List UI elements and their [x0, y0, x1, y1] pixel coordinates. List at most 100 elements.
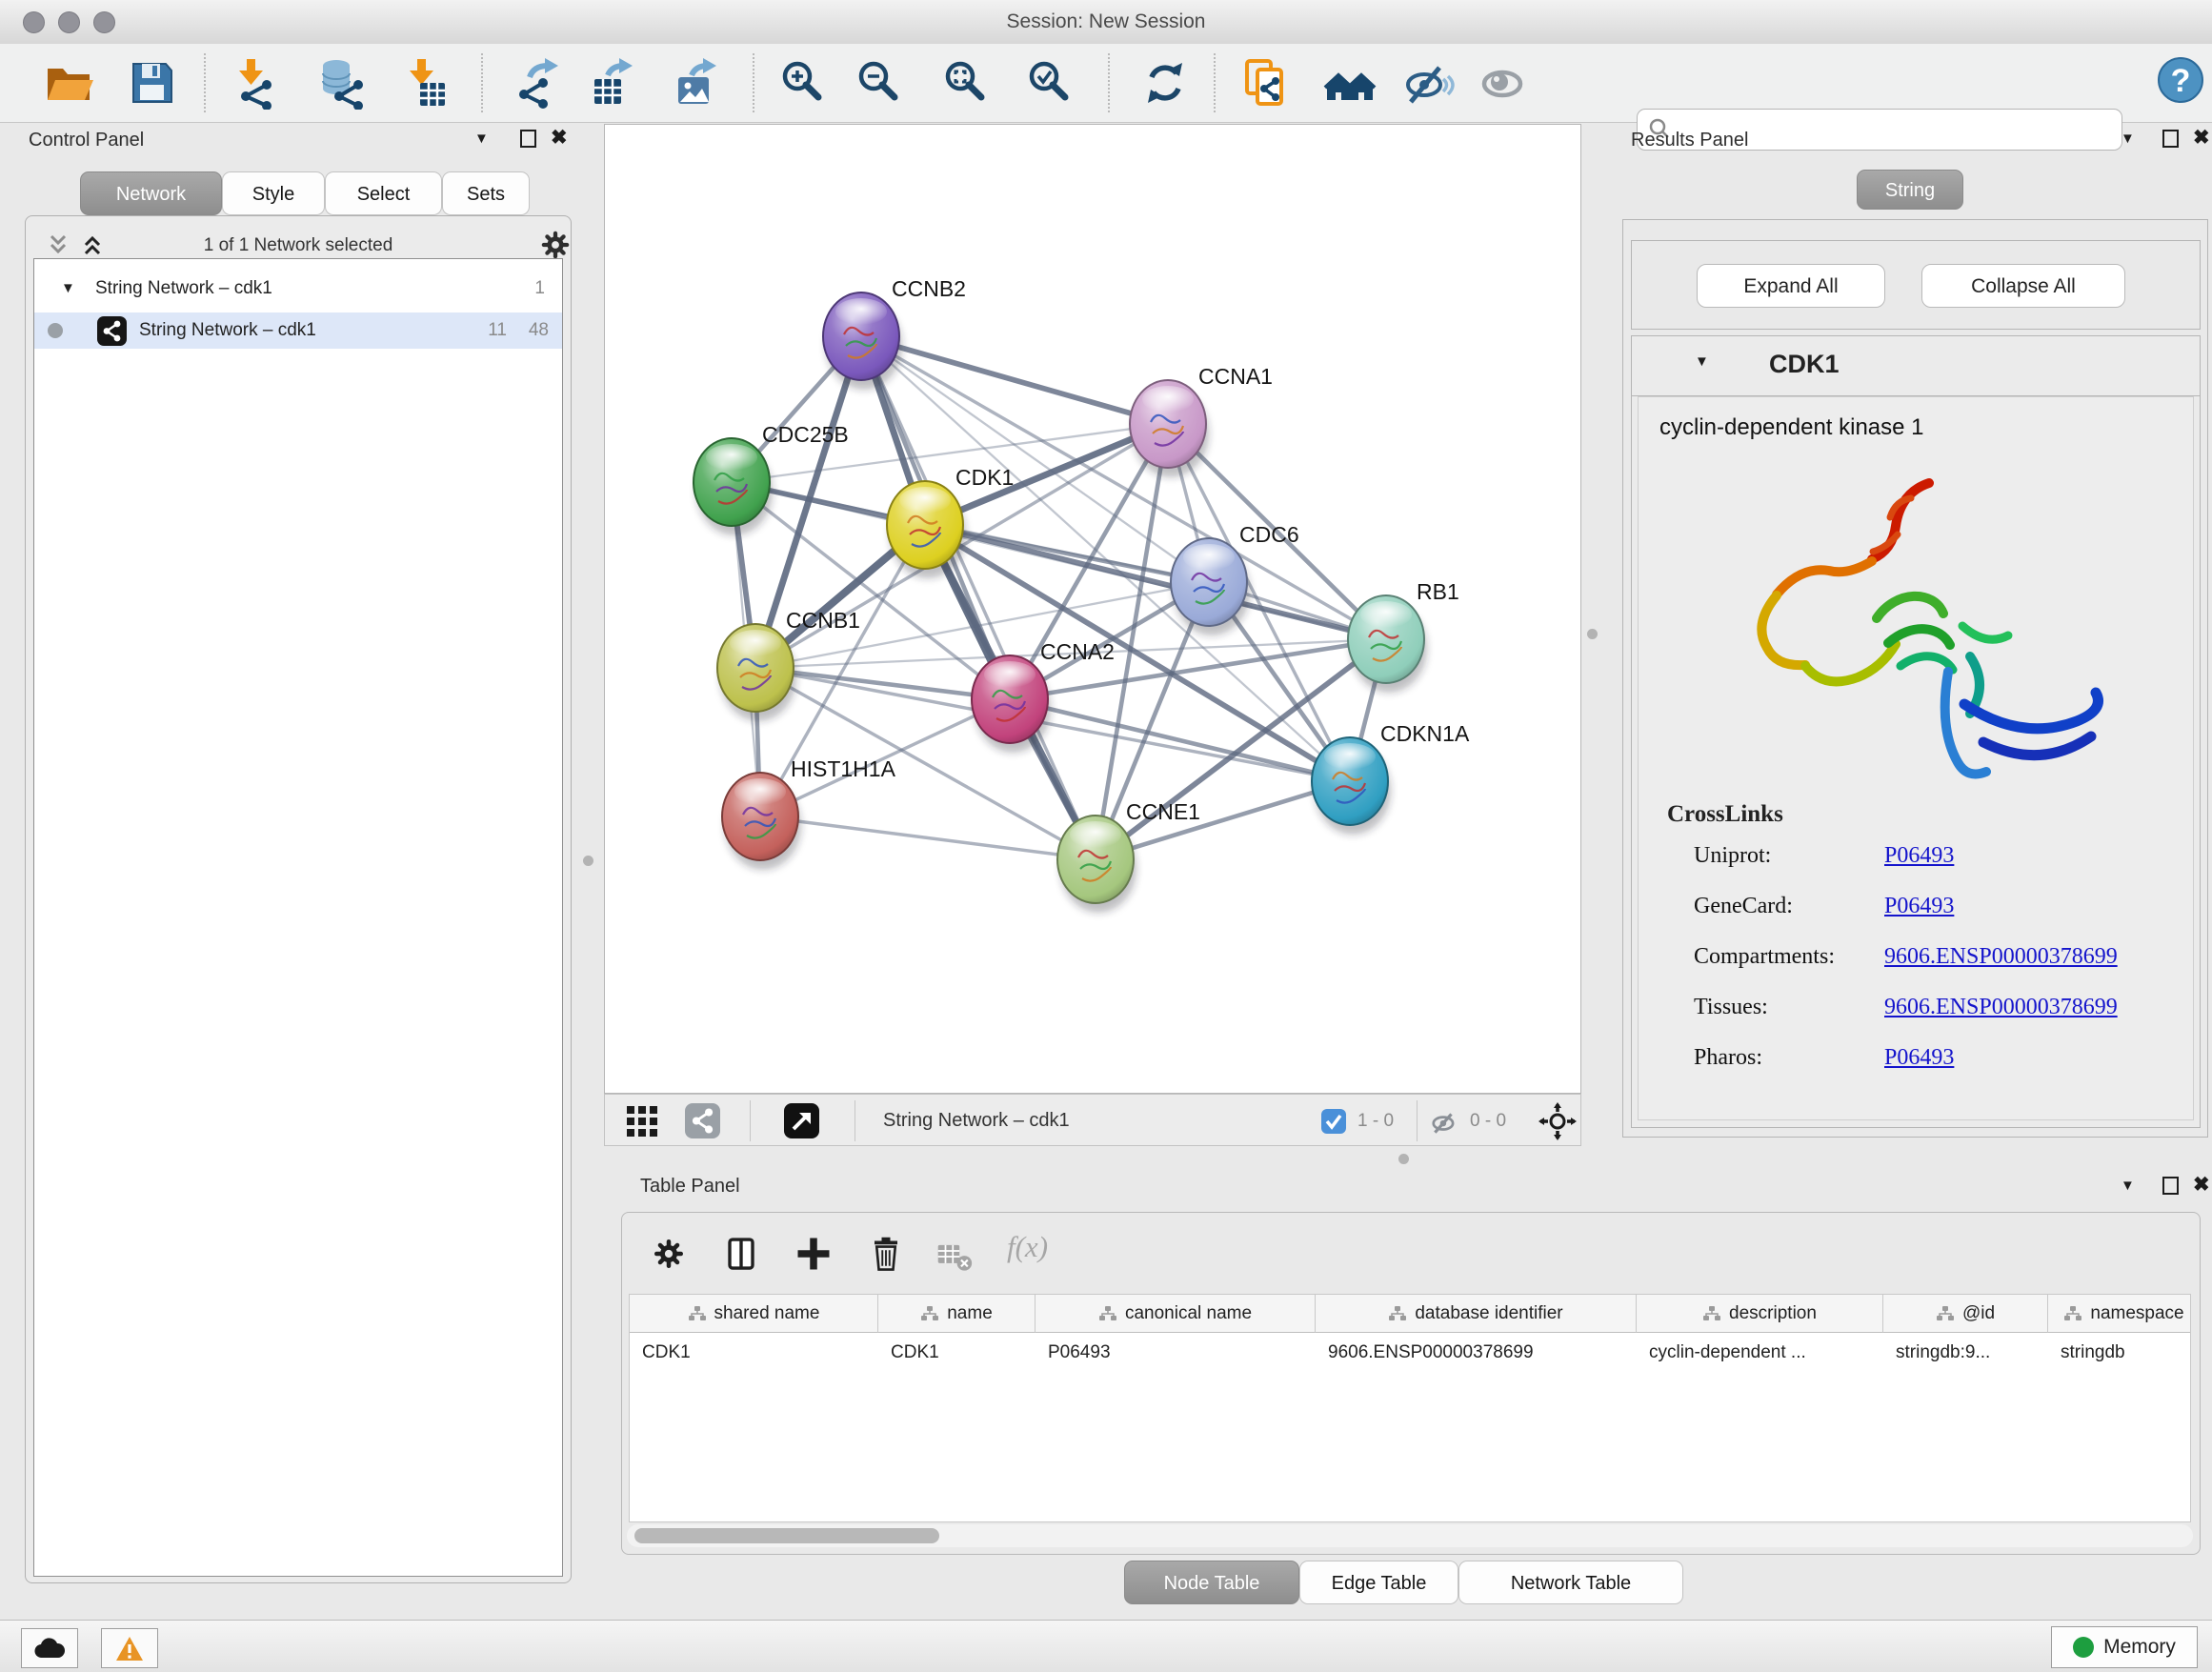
gene-collapse-triangle-icon[interactable]: ▼ [1695, 353, 1709, 370]
string-home-icon[interactable] [1323, 56, 1377, 110]
column-header-shared-name[interactable]: shared name [630, 1295, 878, 1333]
node-label-CCNB2: CCNB2 [892, 276, 966, 301]
delete-table-icon-disabled[interactable] [936, 1241, 973, 1277]
crosslink-link[interactable]: 9606.ENSP00000378699 [1884, 944, 2118, 969]
import-table-from-file-icon[interactable] [395, 56, 449, 110]
table-scrollbar-thumb[interactable] [634, 1528, 939, 1543]
cloud-button[interactable] [21, 1628, 78, 1668]
results-panel-close-icon[interactable]: ✖ [2193, 126, 2210, 150]
table-cell[interactable]: 9606.ENSP00000378699 [1316, 1333, 1637, 1373]
help-icon[interactable]: ? [2154, 53, 2207, 107]
crosslink-link[interactable]: P06493 [1884, 894, 1954, 918]
column-header-database-identifier[interactable]: database identifier [1316, 1295, 1637, 1333]
table-cell[interactable]: stringdb [2048, 1333, 2191, 1373]
selected-nodes-checkbox-icon[interactable] [1321, 1109, 1346, 1134]
table-cell[interactable]: stringdb:9... [1883, 1333, 2048, 1373]
control-panel-close-icon[interactable]: ✖ [551, 126, 568, 150]
zoom-selected-icon[interactable] [1022, 56, 1076, 110]
show-columns-icon[interactable] [721, 1234, 761, 1279]
node-CCNB1[interactable] [717, 624, 796, 721]
results-panel-float-icon[interactable] [2162, 130, 2179, 148]
node-CCNE1[interactable] [1057, 816, 1136, 913]
column-header-canonical-name[interactable]: canonical name [1036, 1295, 1316, 1333]
crosslink-link[interactable]: P06493 [1884, 843, 1954, 868]
results-panel-menu-icon[interactable]: ▼ [2121, 131, 2135, 147]
hide-selected-eye-slash-icon[interactable] [1401, 56, 1455, 110]
export-image-icon[interactable] [671, 56, 724, 110]
edge-CCNB2-CCNA1[interactable] [861, 336, 1168, 424]
tab-sets[interactable]: Sets [442, 171, 530, 215]
memory-button[interactable]: Memory [2051, 1626, 2198, 1668]
tab-select[interactable]: Select [325, 171, 442, 215]
tab-network-table[interactable]: Network Table [1458, 1561, 1683, 1604]
table-panel-close-icon[interactable]: ✖ [2193, 1173, 2210, 1197]
network-canvas[interactable]: CCNB2CCNA1CDC25BCDK1CDC6RB1CCNB1CCNA2CDK… [604, 124, 1581, 1094]
table-cell[interactable]: P06493 [1036, 1333, 1316, 1373]
warning-button[interactable] [101, 1628, 158, 1668]
add-column-plus-icon[interactable] [794, 1234, 834, 1279]
node-HIST1H1A[interactable] [722, 773, 801, 870]
table-panel-menu-icon[interactable]: ▼ [2121, 1178, 2135, 1194]
table-cell[interactable]: CDK1 [630, 1333, 878, 1373]
tab-edge-table[interactable]: Edge Table [1299, 1561, 1458, 1604]
tab-style[interactable]: Style [222, 171, 325, 215]
bottom-splitter-handle[interactable] [1398, 1154, 1409, 1164]
tab-node-table[interactable]: Node Table [1124, 1561, 1299, 1604]
grid-view-icon[interactable] [626, 1105, 658, 1142]
gene-section-header[interactable]: ▼ CDK1 [1632, 336, 2200, 396]
control-panel-float-icon[interactable] [520, 130, 536, 148]
collapse-all-button[interactable]: Collapse All [1921, 264, 2125, 308]
node-CCNA2[interactable] [972, 655, 1051, 753]
control-panel-menu-icon[interactable]: ▼ [474, 131, 489, 147]
right-splitter-handle[interactable] [1587, 629, 1598, 639]
zoom-in-icon[interactable] [775, 56, 829, 110]
collection-expand-triangle-icon[interactable]: ▼ [61, 271, 75, 307]
node-CCNB2[interactable] [823, 292, 902, 390]
node-RB1[interactable] [1348, 595, 1427, 693]
clone-network-icon[interactable] [1239, 56, 1293, 110]
pan-crosshair-icon[interactable] [1538, 1102, 1577, 1145]
import-network-from-database-icon[interactable] [313, 56, 367, 110]
show-all-eye-icon[interactable] [1477, 56, 1530, 110]
export-network-to-file-icon[interactable] [511, 56, 564, 110]
table-panel-float-icon[interactable] [2162, 1177, 2179, 1195]
node-CDC6[interactable] [1171, 538, 1250, 635]
function-builder-icon-disabled[interactable]: f(x) [1007, 1230, 1048, 1264]
table-horizontal-scrollbar[interactable] [627, 1524, 2193, 1547]
crosslink-link[interactable]: 9606.ENSP00000378699 [1884, 995, 2118, 1019]
node-CDK1[interactable] [887, 481, 966, 578]
network-row[interactable]: String Network – cdk1 11 48 [34, 312, 562, 349]
node-CCNA1[interactable] [1130, 380, 1209, 477]
column-header-namespace[interactable]: namespace [2048, 1295, 2191, 1333]
zoom-fit-content-icon[interactable] [938, 56, 992, 110]
network-collection-row[interactable]: ▼ String Network – cdk1 1 [34, 271, 562, 307]
node-CDC25B[interactable] [694, 438, 773, 535]
table-cell[interactable]: cyclin-dependent ... [1637, 1333, 1883, 1373]
table-settings-gear-icon[interactable] [649, 1234, 689, 1279]
crosslink-link[interactable]: P06493 [1884, 1045, 1954, 1070]
network-view-share-icon[interactable] [685, 1103, 720, 1138]
left-splitter-handle[interactable] [583, 856, 593, 866]
tab-string[interactable]: String [1857, 170, 1963, 210]
edge-HIST1H1A-CCNE1[interactable] [760, 816, 1096, 859]
open-session-icon[interactable] [42, 56, 95, 110]
expand-all-button[interactable]: Expand All [1697, 264, 1885, 308]
column-header-description[interactable]: description [1637, 1295, 1883, 1333]
apply-preferred-layout-icon[interactable] [1138, 56, 1192, 110]
string-network-graph[interactable]: CCNB2CCNA1CDC25BCDK1CDC6RB1CCNB1CCNA2CDK… [605, 125, 1580, 1093]
tab-network[interactable]: Network [80, 171, 222, 215]
export-table-to-file-icon[interactable] [587, 56, 640, 110]
column-header--id[interactable]: @id [1883, 1295, 2048, 1333]
node-CDKN1A[interactable] [1312, 737, 1391, 835]
zoom-out-icon[interactable] [852, 56, 905, 110]
node-table[interactable]: shared namenamecanonical namedatabase id… [629, 1294, 2191, 1522]
delete-column-trash-icon[interactable] [866, 1234, 906, 1279]
edge-CCNB2-CCNE1[interactable] [861, 336, 1096, 859]
protein-structure-image [1724, 454, 2134, 807]
table-cell[interactable]: CDK1 [878, 1333, 1036, 1373]
save-session-icon[interactable] [126, 56, 179, 110]
birds-eye-view-icon[interactable] [784, 1103, 819, 1138]
column-header-name[interactable]: name [878, 1295, 1036, 1333]
import-network-from-file-icon[interactable] [225, 56, 278, 110]
hidden-eye-slash-icon[interactable] [1430, 1108, 1458, 1141]
